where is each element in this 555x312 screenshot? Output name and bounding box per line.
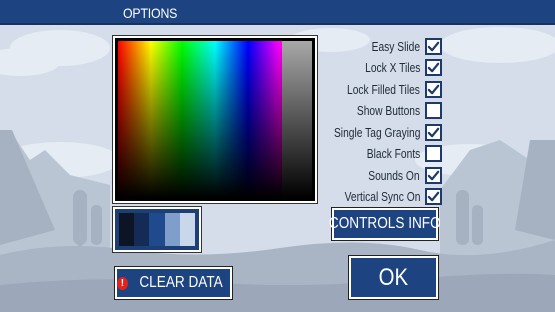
option-checkbox[interactable]: [425, 59, 442, 76]
option-checkbox[interactable]: [425, 81, 442, 98]
option-label: Sounds On: [368, 168, 420, 183]
checkmark-icon: [427, 84, 440, 95]
clear-data-button[interactable]: ! CLEAR DATA: [114, 266, 233, 300]
color-swatch[interactable]: [164, 213, 180, 246]
option-label: Lock X Tiles: [364, 60, 420, 75]
option-row[interactable]: Easy Slide: [300, 36, 442, 57]
color-swatch[interactable]: [149, 213, 165, 246]
color-swatch[interactable]: [134, 213, 150, 246]
window-title: OPTIONS: [123, 5, 178, 21]
option-checkbox[interactable]: [425, 38, 442, 55]
checkmark-icon: [427, 41, 440, 52]
color-swatch[interactable]: [119, 213, 135, 246]
option-label: Single Tag Graying: [333, 125, 420, 140]
option-label: Black Fonts: [366, 146, 420, 161]
color-gradient-area[interactable]: [118, 41, 312, 198]
option-label: Easy Slide: [371, 39, 420, 54]
option-row[interactable]: Black Fonts: [300, 143, 442, 164]
checkmark-icon: [427, 62, 440, 73]
option-checkbox[interactable]: [425, 188, 442, 205]
option-label: Lock Filled Tiles: [347, 82, 420, 97]
option-checkbox[interactable]: [425, 124, 442, 141]
option-row[interactable]: Lock X Tiles: [300, 57, 442, 78]
option-checkbox[interactable]: [425, 167, 442, 184]
option-checkbox[interactable]: [425, 102, 442, 119]
title-bar: OPTIONS: [0, 0, 555, 25]
option-row[interactable]: Show Buttons: [300, 100, 442, 121]
controls-info-label: CONTROLS INFO: [329, 215, 441, 232]
checkmark-icon: [427, 170, 440, 181]
option-row[interactable]: Vertical Sync On: [300, 186, 442, 207]
option-row[interactable]: Sounds On: [300, 165, 442, 186]
checkmark-icon: [427, 191, 440, 202]
option-row[interactable]: Single Tag Graying: [300, 122, 442, 143]
option-checkbox[interactable]: [425, 145, 442, 162]
controls-info-button[interactable]: CONTROLS INFO: [329, 207, 441, 241]
option-label: Vertical Sync On: [344, 189, 420, 204]
clear-data-label: CLEAR DATA: [139, 274, 223, 291]
ok-button[interactable]: OK: [348, 255, 439, 300]
ok-label: OK: [378, 263, 409, 291]
color-swatch[interactable]: [179, 213, 196, 246]
option-row[interactable]: Lock Filled Tiles: [300, 79, 442, 100]
option-label: Show Buttons: [356, 103, 420, 118]
warning-icon: !: [117, 276, 128, 290]
color-picker[interactable]: [112, 35, 318, 204]
checkmark-icon: [427, 127, 440, 138]
color-swatches: [112, 206, 202, 253]
